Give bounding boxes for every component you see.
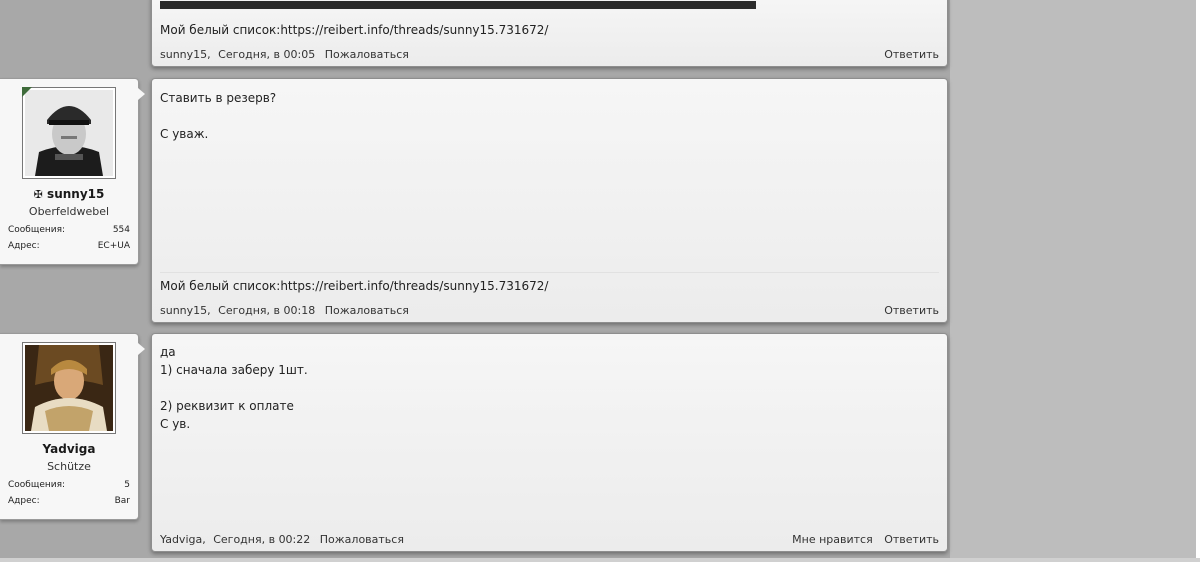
avatar-corner-mark: [22, 87, 32, 97]
post-text: да 1) сначала заберу 1шт. 2) реквизит к …: [160, 345, 308, 431]
post-meta: sunny15, Сегодня, в 00:05 Пожаловаться О…: [160, 48, 939, 61]
avatar-image: [25, 345, 113, 431]
post-card-3: да 1) сначала заберу 1шт. 2) реквизит к …: [151, 333, 948, 552]
post-author-link[interactable]: Yadviga: [160, 533, 202, 546]
post-card-1: Мой белый список:https://reibert.info/th…: [151, 0, 948, 67]
report-link[interactable]: Пожаловаться: [325, 48, 409, 61]
post-date-link[interactable]: Сегодня, в 00:05: [218, 48, 315, 61]
post-signature: Мой белый список:https://reibert.info/th…: [160, 23, 549, 37]
post-comma: ,: [207, 48, 211, 61]
messages-label: Сообщения:: [8, 225, 66, 235]
userbox-arrow: [138, 88, 145, 100]
username-text: sunny15: [47, 187, 105, 201]
post-author-link[interactable]: sunny15: [160, 48, 207, 61]
messages-count[interactable]: 554: [113, 225, 130, 235]
user-info-sunny15: ✠ sunny15 Oberfeldwebel Сообщения: 554 А…: [0, 78, 139, 265]
messages-label: Сообщения:: [8, 480, 66, 490]
post-meta: sunny15, Сегодня, в 00:18 Пожаловаться О…: [160, 304, 939, 317]
post-image-strip: [160, 1, 756, 9]
user-rank: Schütze: [47, 460, 91, 473]
address-label: Адрес:: [8, 241, 40, 251]
avatar[interactable]: [22, 87, 116, 179]
signature-divider: [160, 272, 939, 273]
address-label: Адрес:: [8, 496, 40, 506]
messages-count[interactable]: 5: [124, 480, 130, 490]
address-stat: Адрес: Bar: [8, 496, 130, 506]
report-link[interactable]: Пожаловаться: [320, 533, 404, 546]
messages-stat: Сообщения: 554: [8, 225, 130, 235]
post-date-link[interactable]: Сегодня, в 00:22: [213, 533, 310, 546]
avatar[interactable]: [22, 342, 116, 434]
address-stat: Адрес: ЕС+UA: [8, 241, 130, 251]
user-info-yadviga: Yadviga Schütze Сообщения: 5 Адрес: Bar: [0, 333, 139, 520]
address-value: Bar: [114, 496, 130, 506]
post-author-link[interactable]: sunny15: [160, 304, 207, 317]
post-comma: ,: [202, 533, 206, 546]
post-meta: Yadviga, Сегодня, в 00:22 Пожаловаться М…: [160, 533, 939, 546]
userbox-arrow: [138, 343, 145, 355]
user-rank: Oberfeldwebel: [28, 205, 110, 218]
reply-button[interactable]: Ответить: [884, 304, 939, 317]
post-comma: ,: [207, 304, 211, 317]
bottom-line: [0, 558, 1200, 562]
post-text: Ставить в резерв? С уваж.: [160, 91, 277, 141]
reply-button[interactable]: Ответить: [884, 48, 939, 61]
reply-button[interactable]: Ответить: [884, 533, 939, 546]
post-signature: Мой белый список:https://reibert.info/th…: [160, 279, 549, 293]
username[interactable]: Yadviga: [0, 442, 138, 456]
iron-cross-icon: ✠: [33, 188, 43, 201]
right-border: [1196, 0, 1200, 562]
avatar-image: [25, 90, 113, 176]
username[interactable]: ✠ sunny15: [0, 187, 138, 201]
post-date-link[interactable]: Сегодня, в 00:18: [218, 304, 315, 317]
address-value: ЕС+UA: [97, 241, 130, 251]
post-card-2: Ставить в резерв? С уваж. Мой белый спис…: [151, 78, 948, 323]
right-background: [950, 0, 1196, 560]
messages-stat: Сообщения: 5: [8, 480, 130, 490]
report-link[interactable]: Пожаловаться: [325, 304, 409, 317]
like-button[interactable]: Мне нравится: [792, 533, 873, 546]
